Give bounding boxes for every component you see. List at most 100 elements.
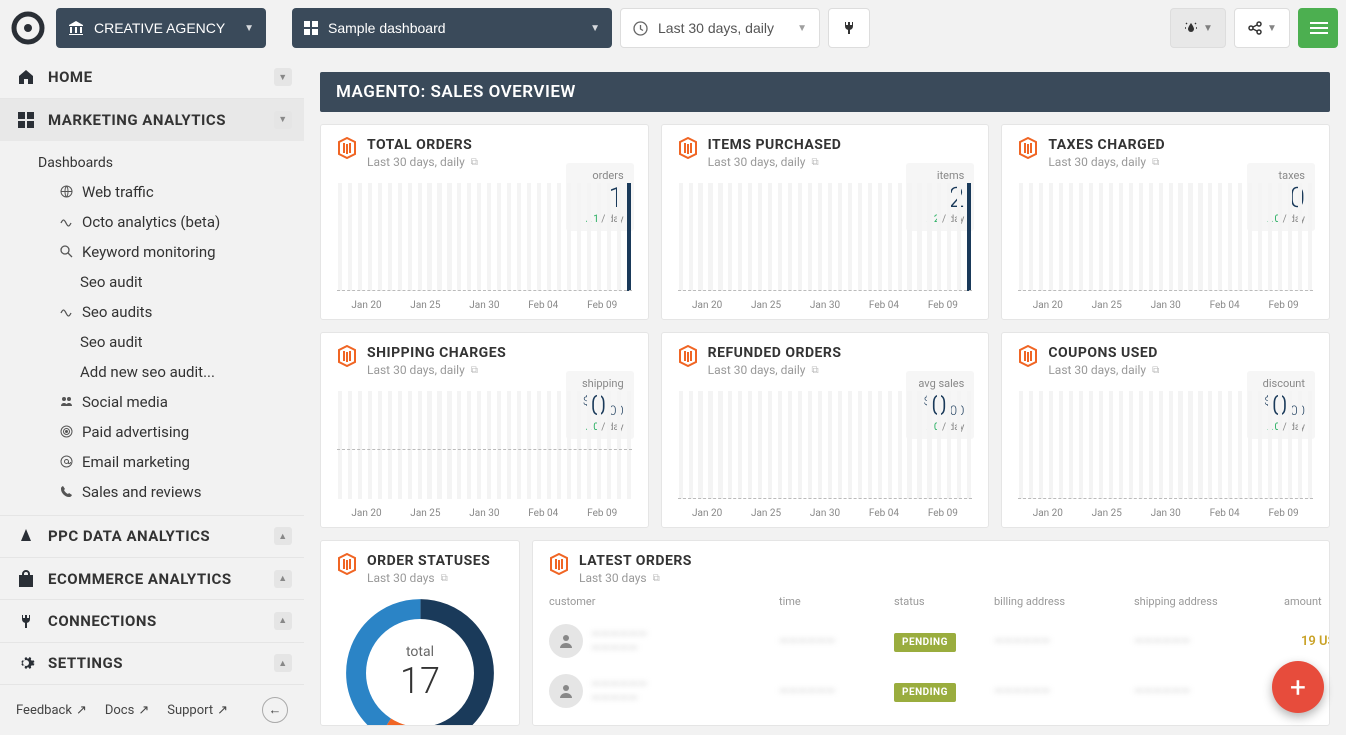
globe-icon [58,184,74,200]
donut-total-value: 17 [400,660,440,702]
dashboard-item-label: Octo analytics (beta) [82,213,220,231]
dashboard-item-label: Seo audit [80,273,143,291]
sidebar-dashboard-item[interactable]: Seo audits [22,297,304,327]
sidebar-dashboard-item[interactable]: Sales and reviews [22,477,304,507]
order-time: —————— [779,684,894,698]
external-icon: ↗ [138,703,149,718]
ads-icon [16,527,36,545]
nav-label: Home [48,68,93,86]
feedback-label: Feedback [16,703,72,718]
docs-link[interactable]: Docs↗ [105,703,149,718]
workspace-selector[interactable]: CREATIVE AGENCY ▼ [56,8,266,48]
order-amount: 19 USD [1284,634,1330,649]
clock-icon [633,21,648,36]
nav-label: Ecommerce Analytics [48,570,232,588]
card-period: Last 30 days, daily [1048,363,1146,377]
sidebar-dashboard-item[interactable]: Seo audit [22,327,304,357]
sidebar-dashboard-item[interactable]: Web traffic [22,177,304,207]
column-header: shipping address [1134,595,1284,608]
column-header: customer [549,595,779,608]
card-period: Last 30 days [367,571,435,585]
customer-email: ————— [591,691,647,705]
nav-ppc-analytics[interactable]: PPC Data Analytics ▲ [0,515,304,557]
bar-chart [337,183,632,291]
donut-chart: total 17 [340,593,500,726]
chevron-down-icon: ▼ [797,23,807,34]
sidebar-dashboard-item[interactable]: Add new seo audit... [22,357,304,387]
menu-icon [1310,19,1328,37]
dashboard-item-label: Web traffic [82,183,154,201]
card-period: Last 30 days, daily [1048,155,1146,169]
target-icon [58,424,74,440]
wave-icon [58,304,74,320]
bag-icon [16,570,36,588]
daterange-selector[interactable]: Last 30 days, daily ▼ [620,8,820,48]
bar-chart [1018,391,1313,499]
feedback-link[interactable]: Feedback↗ [16,703,87,718]
support-label: Support [167,703,213,718]
magento-icon [1018,137,1038,157]
nav-settings[interactable]: Settings ▲ [0,642,304,684]
fab-add-button[interactable]: + [1272,661,1324,713]
chart-xaxis: Jan 20Jan 25Jan 30Feb 04Feb 09 [678,300,973,311]
sidebar-dashboard-item[interactable]: Email marketing [22,447,304,477]
column-header: amount [1284,595,1330,608]
sidebar: Home ▼ Marketing Analytics ▼ Dashboards … [0,56,304,735]
chevron-down-icon: ▼ [590,23,600,34]
copy-icon: ⧉ [811,365,818,376]
billing-address: —————— [994,684,1134,698]
sidebar-dashboard-item[interactable]: Seo audit [22,267,304,297]
column-header: status [894,595,994,608]
card-period: Last 30 days, daily [708,363,806,377]
chevron-down-icon: ▼ [1203,23,1213,34]
wave-icon [58,214,74,230]
chart-xaxis: Jan 20Jan 25Jan 30Feb 04Feb 09 [678,508,973,519]
app-logo[interactable] [8,8,48,48]
nav-ecommerce-analytics[interactable]: Ecommerce Analytics ▲ [0,557,304,599]
table-row[interactable]: —————— ————— —————— PENDING —————— —————… [549,616,1313,666]
card-title: TAXES CHARGED [1048,137,1165,153]
avatar [549,624,583,658]
sidebar-dashboard-item[interactable]: Social media [22,387,304,417]
card-period: Last 30 days [579,571,647,585]
dashboard-item-label: Keyword monitoring [82,243,216,261]
nav-subgroup-dashboards: Dashboards Web trafficOcto analytics (be… [0,141,304,515]
shipping-address: —————— [1134,684,1284,698]
nav-connections[interactable]: Connections ▲ [0,599,304,641]
copy-icon: ⧉ [441,573,448,584]
nav-marketing-analytics[interactable]: Marketing Analytics ▼ [0,98,304,140]
home-icon [16,68,36,86]
nav-label: PPC Data Analytics [48,527,210,545]
theme-button[interactable]: ▼ [1170,8,1226,48]
chevron-up-icon: ▲ [274,527,292,545]
dashboard-selector[interactable]: Sample dashboard ▼ [292,8,612,48]
share-button[interactable]: ▼ [1234,8,1290,48]
plug-button[interactable] [828,8,870,48]
copy-icon: ⧉ [471,157,478,168]
column-header: billing address [994,595,1134,608]
support-link[interactable]: Support↗ [167,703,228,718]
customer-email: ————— [591,641,647,655]
avatar [549,674,583,708]
collapse-sidebar-button[interactable]: ← [262,697,288,723]
nav-home[interactable]: Home ▼ [0,56,304,98]
copy-icon: ⧉ [1152,365,1159,376]
status-badge: PENDING [894,683,956,702]
gear-icon [16,654,36,672]
table-row[interactable]: —————— ————— —————— PENDING —————— —————… [549,666,1313,716]
customer-name: —————— [591,627,647,641]
chevron-down-icon: ▼ [274,111,292,129]
card-title: REFUNDED ORDERS [708,345,842,361]
nav-label: Marketing Analytics [48,111,226,129]
sidebar-dashboard-item[interactable]: Paid advertising [22,417,304,447]
customer-name: —————— [591,677,647,691]
at-icon [58,454,74,470]
sidebar-dashboard-item[interactable]: Octo analytics (beta) [22,207,304,237]
latest-orders-card: LATEST ORDERS Last 30 days⧉ customertime… [532,540,1330,726]
metric-card: TAXES CHARGED Last 30 days, daily⧉ taxes… [1001,124,1330,320]
chevron-up-icon: ▲ [274,612,292,630]
menu-button[interactable] [1298,8,1338,48]
chevron-up-icon: ▲ [274,654,292,672]
phone-icon [58,484,74,500]
sidebar-dashboard-item[interactable]: Keyword monitoring [22,237,304,267]
